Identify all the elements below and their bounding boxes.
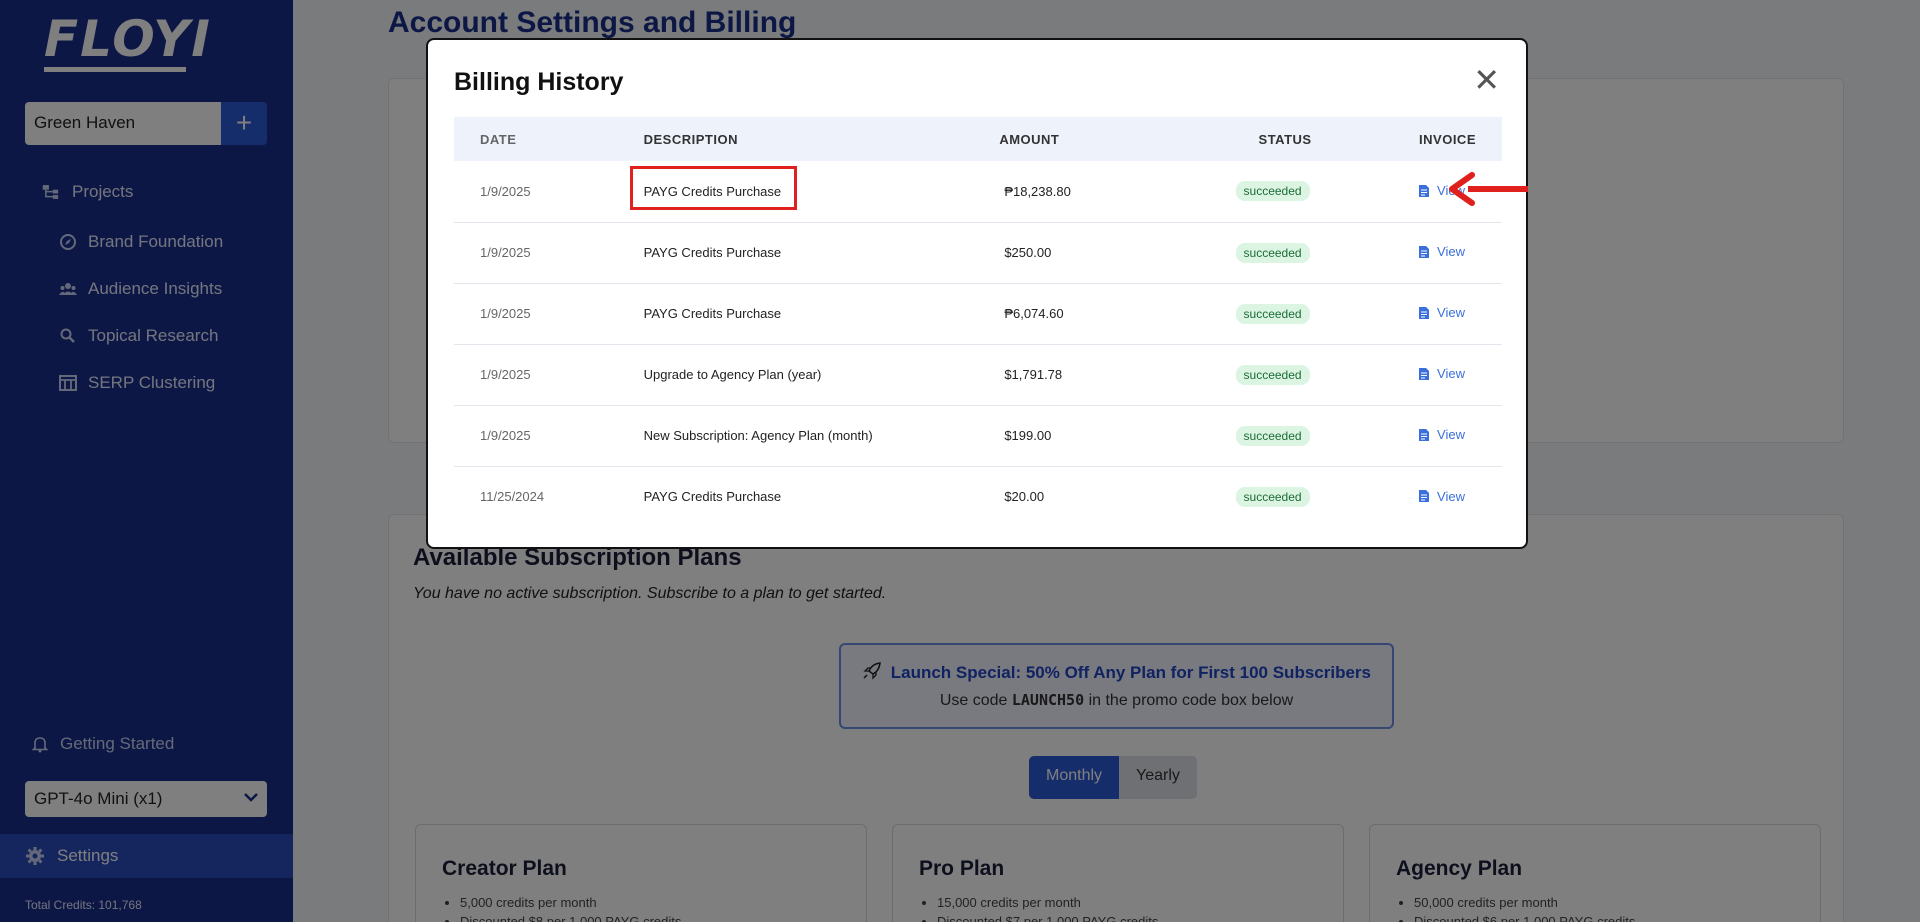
document-icon — [1419, 184, 1430, 197]
row-amount: ₱18,238.80 — [999, 161, 1226, 223]
row-amount: $250.00 — [999, 222, 1226, 284]
view-invoice-link[interactable]: View — [1419, 305, 1465, 320]
document-icon — [1419, 245, 1430, 258]
row-date: 1/9/2025 — [454, 161, 619, 223]
table-row: 1/9/2025 Upgrade to Agency Plan (year) $… — [454, 344, 1502, 406]
view-invoice-link[interactable]: View — [1419, 427, 1465, 442]
view-invoice-link[interactable]: View — [1419, 244, 1465, 259]
table-row: 1/9/2025 PAYG Credits Purchase ₱6,074.60… — [454, 283, 1502, 345]
view-invoice-link[interactable]: View — [1419, 366, 1465, 381]
highlight-box — [630, 166, 797, 210]
row-description: PAYG Credits Purchase — [618, 222, 1000, 284]
row-date: 1/9/2025 — [454, 222, 619, 284]
view-label: View — [1437, 244, 1465, 260]
view-label: View — [1437, 488, 1465, 504]
view-invoice-link[interactable]: View — [1419, 489, 1465, 504]
view-label: View — [1437, 305, 1465, 321]
document-icon — [1419, 367, 1430, 380]
row-amount: ₱6,074.60 — [999, 283, 1226, 345]
row-date: 1/9/2025 — [454, 344, 619, 406]
status-badge: succeeded — [1235, 364, 1310, 385]
billing-history-modal: Billing History ✕ DATE DESCRIPTION AMOUN… — [426, 38, 1528, 549]
table-row: 11/25/2024 PAYG Credits Purchase $20.00 … — [454, 466, 1502, 527]
row-amount: $199.00 — [999, 405, 1226, 467]
billing-history-table: DATE DESCRIPTION AMOUNT STATUS INVOICE 1… — [454, 117, 1502, 527]
row-description: New Subscription: Agency Plan (month) — [618, 405, 1000, 467]
col-amount: AMOUNT — [999, 117, 1226, 161]
status-badge: succeeded — [1235, 242, 1310, 263]
status-badge: succeeded — [1235, 486, 1310, 507]
row-description: PAYG Credits Purchase — [643, 489, 782, 505]
view-label: View — [1437, 427, 1465, 443]
table-header-row: DATE DESCRIPTION AMOUNT STATUS INVOICE — [454, 117, 1502, 161]
col-date: DATE — [454, 117, 619, 161]
modal-title: Billing History — [454, 68, 624, 96]
table-row: 1/9/2025 PAYG Credits Purchase ₱18,238.8… — [454, 161, 1502, 223]
row-description: PAYG Credits Purchase — [618, 283, 1000, 345]
status-badge: succeeded — [1235, 181, 1310, 202]
row-amount: $20.00 — [1004, 489, 1045, 505]
col-description: DESCRIPTION — [618, 117, 1000, 161]
document-icon — [1419, 306, 1430, 319]
document-icon — [1419, 428, 1430, 441]
close-icon[interactable]: ✕ — [1473, 64, 1500, 96]
status-badge: succeeded — [1235, 425, 1310, 446]
status-badge: succeeded — [1235, 303, 1310, 324]
view-label: View — [1437, 366, 1465, 382]
table-row: 1/9/2025 PAYG Credits Purchase $250.00 s… — [454, 222, 1502, 284]
col-status: STATUS — [1225, 117, 1420, 161]
document-icon — [1419, 490, 1430, 502]
red-arrow-icon — [1449, 172, 1528, 206]
table-row: 1/9/2025 New Subscription: Agency Plan (… — [454, 405, 1502, 467]
row-date: 1/9/2025 — [454, 283, 619, 345]
row-description: Upgrade to Agency Plan (year) — [618, 344, 1000, 406]
row-date: 1/9/2025 — [454, 405, 619, 467]
row-amount: $1,791.78 — [999, 344, 1226, 406]
row-date: 11/25/2024 — [480, 489, 545, 505]
col-invoice: INVOICE — [1419, 117, 1502, 161]
